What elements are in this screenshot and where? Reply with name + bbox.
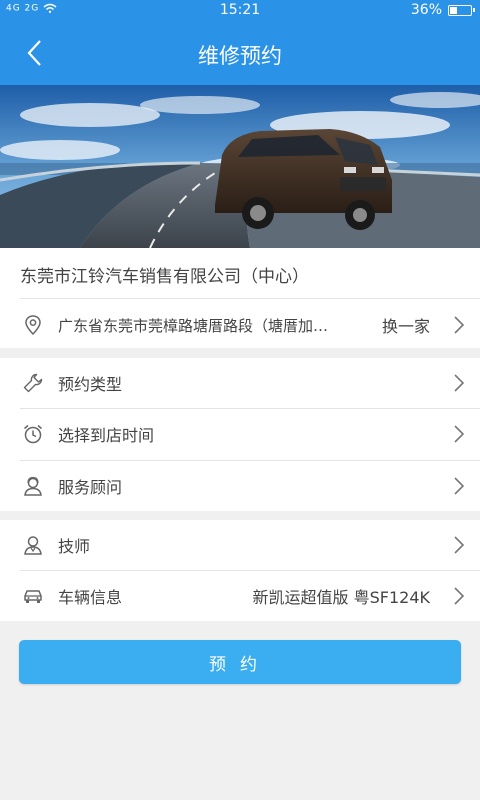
location-pin-icon <box>25 315 41 336</box>
service-advisor-label: 服务顾问 <box>58 478 123 497</box>
address-row[interactable]: 广东省东莞市莞樟路塘厝路段（塘厝加… 换一家 <box>0 300 480 350</box>
change-store-link[interactable]: 换一家 <box>382 313 430 337</box>
chevron-right-icon <box>454 374 465 392</box>
appointment-type-label: 预约类型 <box>58 375 123 394</box>
chevron-right-icon <box>454 536 465 554</box>
alarm-clock-icon <box>24 424 42 444</box>
status-bar: 4G 2G 15:21 36% <box>0 0 480 22</box>
technician-row[interactable]: 技师 <box>0 520 480 570</box>
nav-bar: 维修预约 <box>0 22 480 85</box>
arrival-time-row[interactable]: 选择到店时间 <box>0 409 480 459</box>
divider <box>20 298 480 299</box>
chevron-right-icon <box>454 477 465 495</box>
car-icon <box>24 590 42 603</box>
book-appointment-button[interactable]: 预约 <box>19 640 461 684</box>
clock: 15:21 <box>219 2 261 18</box>
car-banner-image <box>0 85 480 248</box>
appointment-type-row[interactable]: 预约类型 <box>0 358 480 408</box>
wrench-icon <box>23 373 43 393</box>
technician-icon <box>24 536 42 555</box>
chevron-right-icon <box>454 316 465 334</box>
technician-label: 技师 <box>58 537 91 556</box>
chevron-right-icon <box>454 587 465 605</box>
battery-percent: 36% <box>410 2 442 18</box>
vehicle-info-value: 新凯运超值版 粤SF124K <box>252 588 430 607</box>
battery-indicator: 36% <box>410 2 475 18</box>
page-title: 维修预约 <box>198 44 282 68</box>
battery-icon <box>448 4 475 16</box>
address-text: 广东省东莞市莞樟路塘厝路段（塘厝加… <box>58 316 329 335</box>
company-name: 东莞市江铃汽车销售有限公司（中心） <box>20 267 309 287</box>
service-advisor-row[interactable]: 服务顾问 <box>0 461 480 511</box>
arrival-time-label: 选择到店时间 <box>58 426 155 445</box>
advisor-icon <box>24 476 42 496</box>
vehicle-info-row[interactable]: 车辆信息 新凯运超值版 粤SF124K <box>0 571 480 621</box>
chevron-right-icon <box>454 425 465 443</box>
vehicle-info-label: 车辆信息 <box>58 588 123 607</box>
